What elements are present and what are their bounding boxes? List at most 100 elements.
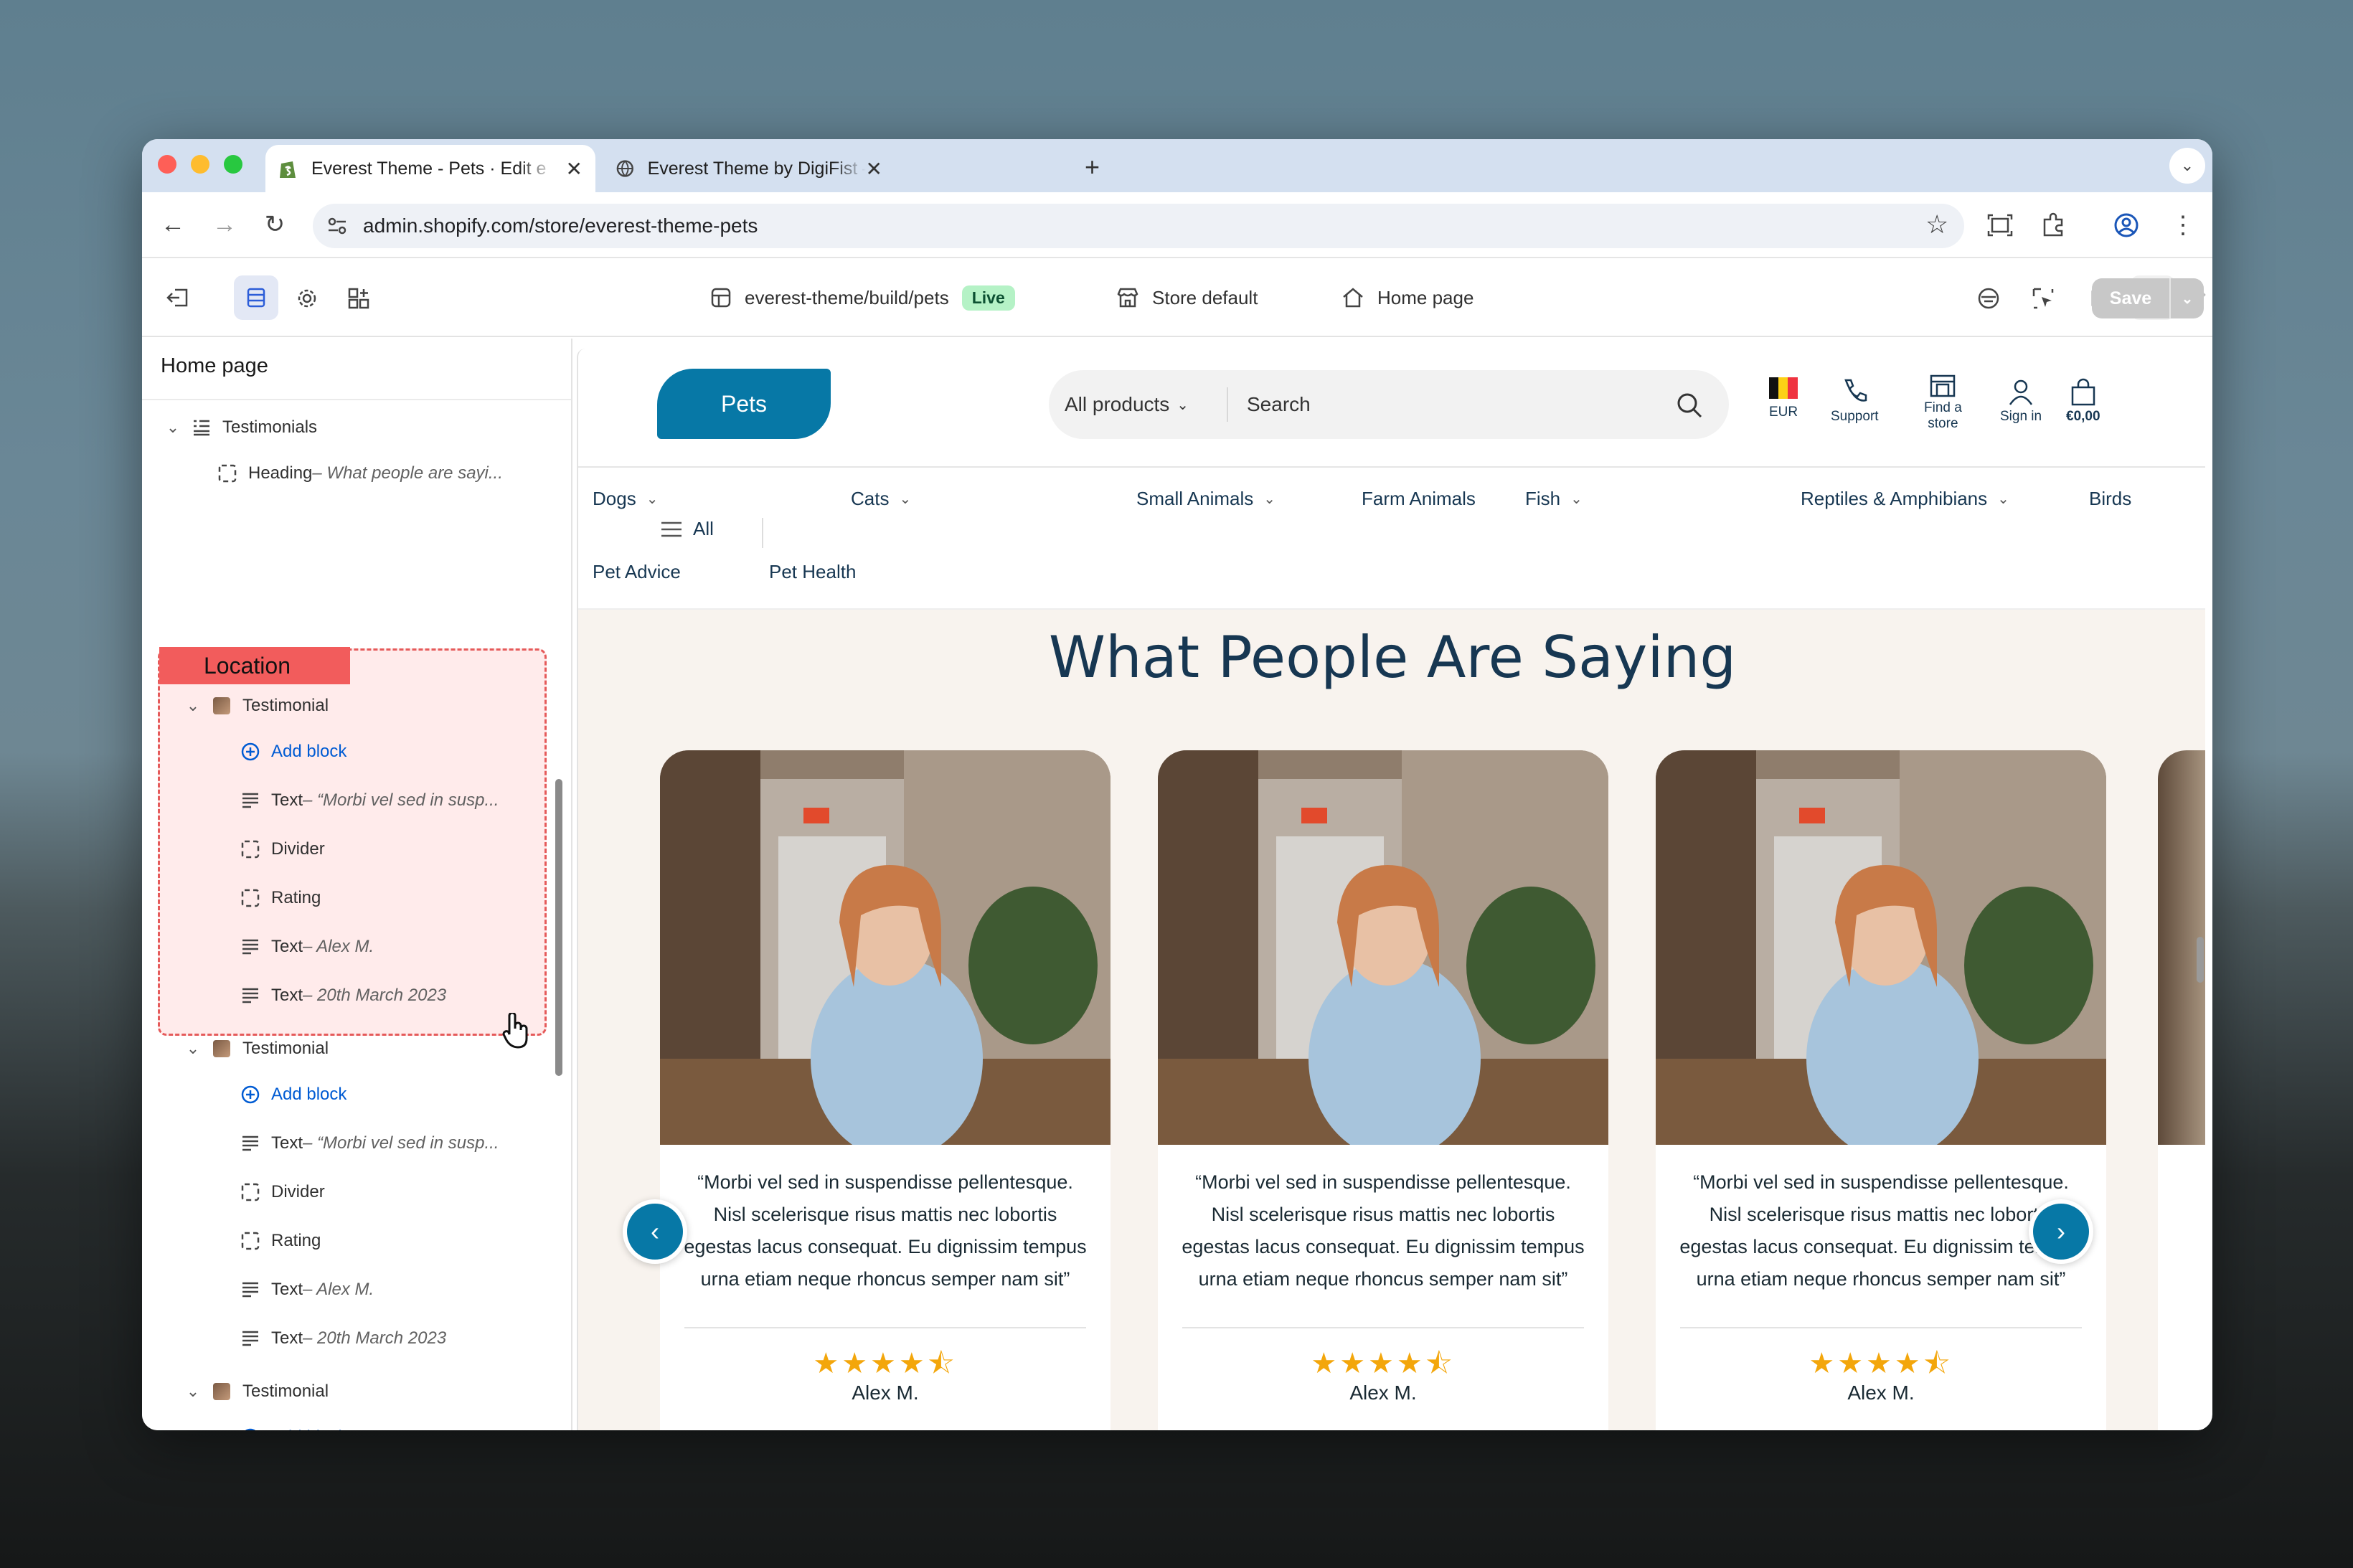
card-divider	[684, 1327, 1086, 1328]
sidebar-scrollbar[interactable]	[555, 779, 562, 1076]
site-settings-icon[interactable]	[327, 217, 347, 235]
page-selector[interactable]: Home page	[1341, 258, 1473, 337]
preview-scrollbar[interactable]	[2197, 937, 2204, 983]
chevron-down-icon: ⌄	[1570, 491, 1583, 507]
text-icon	[242, 1282, 258, 1298]
sign-in-link[interactable]: Sign in	[2000, 377, 2042, 425]
add-block-button[interactable]: Add block	[240, 730, 346, 773]
find-store-link[interactable]: Find a store	[1924, 373, 1962, 432]
nav-item-fish[interactable]: Fish ⌄	[1525, 488, 1583, 510]
block-detail: – “Morbi vel sed in susp...	[303, 1133, 499, 1153]
block-testimonial[interactable]: ⌄ Testimonial	[182, 1370, 329, 1413]
currency-label: EUR	[1769, 405, 1798, 420]
search-input[interactable]: Search	[1228, 393, 1311, 416]
store-logo[interactable]: Pets	[657, 369, 831, 439]
plus-circle-icon	[241, 1085, 260, 1104]
url-field[interactable]: admin.shopify.com/store/everest-theme-pe…	[313, 204, 1964, 248]
zoom-window-button[interactable]	[224, 155, 242, 174]
block-text[interactable]: Text – “Morbi vel sed in susp...	[240, 779, 499, 822]
store-selector[interactable]: Store default	[1116, 258, 1258, 337]
screen-capture-icon[interactable]	[1987, 214, 2013, 237]
close-tab-icon[interactable]: ✕	[566, 157, 595, 181]
browser-menu-icon[interactable]: ⋮	[2171, 208, 2195, 242]
nav-item-dogs[interactable]: Dogs ⌄	[593, 488, 658, 510]
testimonial-photo	[1158, 750, 1608, 1145]
chevron-down-icon[interactable]: ⌄	[182, 696, 204, 715]
add-block-button[interactable]: Add block	[240, 1073, 346, 1116]
sign-in-label: Sign in	[2000, 409, 2042, 424]
block-text[interactable]: Text – “Morbi vel sed in susp...	[240, 1122, 499, 1165]
profile-icon[interactable]	[2113, 212, 2139, 238]
nav-item-pet-advice[interactable]: Pet Advice	[593, 561, 681, 583]
select-element-icon[interactable]	[2032, 287, 2055, 310]
chevron-down-icon[interactable]: ⌄	[162, 418, 184, 437]
search-icon[interactable]	[1676, 392, 1703, 419]
nav-item-cats[interactable]: Cats ⌄	[851, 488, 911, 510]
chevron-down-icon[interactable]: ⌄	[182, 1039, 204, 1058]
block-text[interactable]: Text – Alex M.	[240, 1268, 374, 1311]
cart-link[interactable]: €0,00	[2066, 377, 2100, 425]
chevron-down-icon[interactable]: ⌄	[182, 1382, 204, 1401]
block-label: Rating	[271, 888, 321, 907]
block-testimonial[interactable]: ⌄ Testimonial	[182, 684, 329, 727]
all-menu-button[interactable]: All	[660, 518, 714, 540]
new-tab-button[interactable]: +	[1085, 152, 1100, 182]
carousel-prev-button[interactable]: ‹	[623, 1199, 687, 1264]
sections-tab-button[interactable]	[234, 275, 278, 320]
browser-window: Everest Theme - Pets · Edit e ✕ Everest …	[142, 139, 2212, 1430]
forward-icon[interactable]: →	[207, 207, 242, 242]
theme-selector[interactable]: everest-theme/build/pets Live	[710, 258, 1015, 337]
tab-editor[interactable]: Everest Theme - Pets · Edit e ✕	[265, 145, 595, 192]
tab-title: Everest Theme by DigiFist – E	[647, 158, 866, 179]
block-text[interactable]: Text – 20th March 2023	[240, 974, 446, 1017]
nav-label: Birds	[2089, 488, 2132, 509]
search-category-select[interactable]: All products ⌄	[1049, 387, 1228, 422]
block-divider[interactable]: Divider	[240, 1171, 325, 1214]
testimonial-photo	[1656, 750, 2106, 1145]
support-label: Support	[1831, 409, 1879, 424]
block-label: Testimonial	[242, 1039, 329, 1058]
reload-icon[interactable]: ↻	[257, 207, 293, 242]
close-tab-icon[interactable]: ✕	[866, 157, 895, 181]
nav-item-farm-animals[interactable]: Farm Animals	[1362, 488, 1476, 510]
save-dropdown-chevron-icon[interactable]: ⌄	[2171, 290, 2204, 308]
tab-theme-page[interactable]: Everest Theme by DigiFist – E ✕	[601, 145, 895, 192]
chevron-left-icon: ‹	[651, 1217, 659, 1246]
nav-item-small-animals[interactable]: Small Animals ⌄	[1136, 488, 1275, 510]
plus-circle-icon	[245, 1428, 256, 1430]
extensions-icon[interactable]	[2042, 212, 2066, 237]
block-divider[interactable]: Divider	[240, 828, 325, 871]
inspector-icon[interactable]	[1977, 287, 2000, 310]
nav-item-pet-health[interactable]: Pet Health	[769, 561, 856, 583]
block-dashed-icon	[241, 1232, 260, 1250]
find-store-label-line2: store	[1928, 416, 1958, 431]
section-testimonials[interactable]: ⌄ Testimonials	[162, 406, 317, 449]
nav-item-reptiles-amphibians[interactable]: Reptiles & Amphibians ⌄	[1801, 488, 2009, 510]
tab-search-chevron-icon[interactable]: ⌄	[2169, 148, 2205, 184]
support-link[interactable]: Support	[1831, 377, 1879, 425]
minimize-window-button[interactable]	[191, 155, 209, 174]
exit-icon[interactable]	[165, 287, 189, 308]
nav-item-birds[interactable]: Birds	[2089, 488, 2131, 510]
back-icon[interactable]: ←	[155, 207, 191, 242]
block-heading[interactable]: Heading – What people are sayi...	[217, 452, 503, 495]
currency-selector[interactable]: EUR	[1769, 377, 1798, 420]
home-icon	[1343, 288, 1363, 308]
save-button[interactable]: Save ⌄	[2092, 278, 2204, 318]
store-search-bar[interactable]: All products ⌄ Search	[1049, 370, 1729, 439]
block-rating[interactable]: Rating	[240, 1219, 321, 1262]
text-icon	[242, 1331, 258, 1346]
carousel-next-button[interactable]: ›	[2029, 1199, 2093, 1264]
testimonial-card: “Morbi vel sed in suspendisse pellentesq…	[1656, 750, 2106, 1430]
theme-settings-gear-icon[interactable]	[296, 287, 319, 310]
close-window-button[interactable]	[158, 155, 176, 174]
block-text[interactable]: Text – Alex M.	[240, 925, 374, 968]
bookmark-star-icon[interactable]: ☆	[1925, 209, 1948, 240]
block-text[interactable]: Text – 20th March 2023	[240, 1317, 446, 1360]
add-block-button[interactable]: Add block	[240, 1416, 346, 1430]
app-embeds-icon[interactable]	[347, 287, 370, 310]
testimonial-card: “Morbi vel sed in suspendisse pellentesq…	[660, 750, 1111, 1430]
testimonial-card: “Morbi vel sed in suspendisse pellentesq…	[1158, 750, 1608, 1430]
block-rating[interactable]: Rating	[240, 877, 321, 920]
block-testimonial[interactable]: ⌄ Testimonial	[182, 1027, 329, 1070]
